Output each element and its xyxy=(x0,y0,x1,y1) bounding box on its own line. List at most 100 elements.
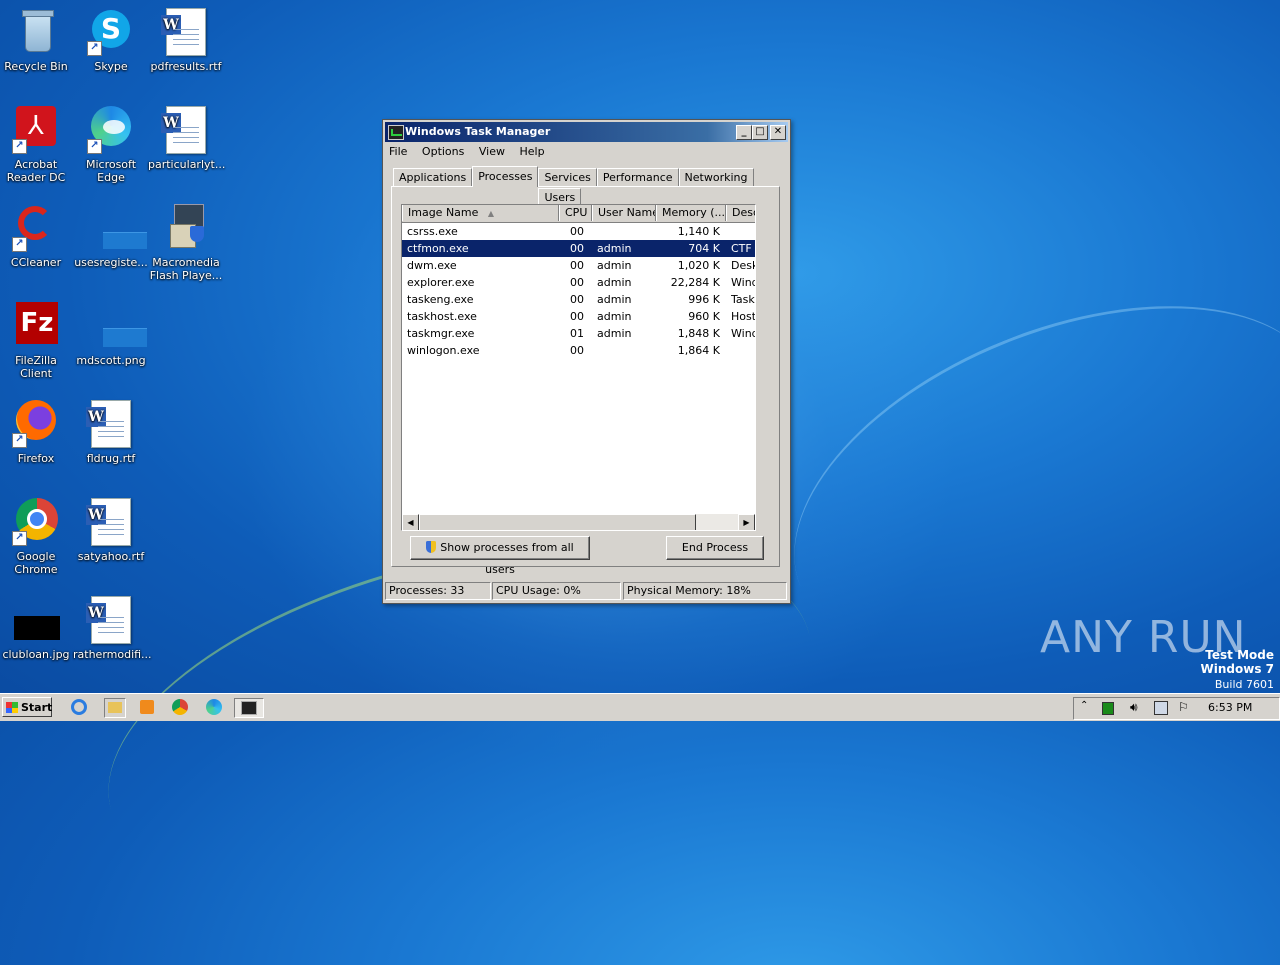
shortcut-arrow-icon: ↗ xyxy=(12,139,27,154)
table-row[interactable]: dwm.exe 00 admin 1,020 K Deskt xyxy=(402,257,755,274)
tab-services[interactable]: Services xyxy=(538,168,597,186)
desktop-icon-clubloan[interactable]: clubloan.jpg xyxy=(0,596,74,661)
menu-help[interactable]: Help xyxy=(519,142,544,162)
desktop-icon-chrome[interactable]: ↗ Google Chrome xyxy=(0,498,74,576)
table-row[interactable]: explorer.exe 00 admin 22,284 K Wind xyxy=(402,274,755,291)
desktop-icon-ccleaner[interactable]: ↗ CCleaner xyxy=(0,204,74,269)
tab-networking[interactable]: Networking xyxy=(678,168,754,186)
task-manager-taskbar-button[interactable] xyxy=(234,698,264,718)
chrome-taskbar-icon[interactable] xyxy=(171,698,191,716)
show-hidden-icons-button[interactable]: ⌃ xyxy=(1080,700,1088,711)
maximize-button[interactable]: □ xyxy=(752,125,768,140)
edge-taskbar-icon[interactable] xyxy=(205,698,225,716)
table-row[interactable]: taskhost.exe 00 admin 960 K Host xyxy=(402,308,755,325)
task-manager-window[interactable]: Windows Task Manager _ □ ✕ File Options … xyxy=(382,119,791,604)
desktop-icon-mdscott[interactable]: mdscott.png xyxy=(73,302,149,367)
close-button[interactable]: ✕ xyxy=(770,125,786,140)
table-row[interactable]: csrss.exe 00 1,140 K xyxy=(402,223,755,240)
scroll-left-icon[interactable]: ◀ xyxy=(402,514,419,530)
horizontal-scrollbar[interactable]: ◀ ▶ xyxy=(402,514,755,530)
desktop-icon-acrobat[interactable]: ⅄ ↗ Acrobat Reader DC xyxy=(0,106,74,184)
cell-name: winlogon.exe xyxy=(407,344,480,357)
desktop-icon-pdfresults[interactable]: W pdfresults.rtf xyxy=(148,8,224,73)
menu-options[interactable]: Options xyxy=(422,142,464,162)
status-physical-memory: Physical Memory: 18% xyxy=(623,582,787,600)
desktop-icon-firefox[interactable]: ↗ Firefox xyxy=(0,400,74,465)
desktop-icon-satyahoo[interactable]: W satyahoo.rtf xyxy=(73,498,149,563)
table-row[interactable]: taskeng.exe 00 admin 996 K Task xyxy=(402,291,755,308)
file-explorer-icon[interactable] xyxy=(104,698,126,718)
uac-shield-icon xyxy=(426,541,437,553)
tab-performance[interactable]: Performance xyxy=(596,168,679,186)
system-tray: ⌃ 🔊︎ ⚐ 6:53 PM xyxy=(1073,697,1280,720)
cell-cpu: 00 xyxy=(570,259,584,272)
skype-icon: S ↗ xyxy=(87,8,135,56)
network-icon[interactable] xyxy=(1154,701,1168,715)
table-row[interactable]: ctfmon.exe 00 admin 704 K CTF L xyxy=(402,240,755,257)
edge-icon: ↗ xyxy=(87,106,135,154)
end-process-button[interactable]: End Process xyxy=(666,536,764,560)
process-list[interactable]: Image Name ▲ CPU User Name Memory (... D… xyxy=(401,204,756,531)
chrome-icon: ↗ xyxy=(12,498,60,546)
desktop-icon-rathermodifi[interactable]: W rathermodifi... xyxy=(73,596,152,661)
cell-cpu: 00 xyxy=(570,310,584,323)
menu-file[interactable]: File xyxy=(389,142,407,162)
cell-user: admin xyxy=(597,327,632,340)
action-center-flag-icon[interactable]: ⚐ xyxy=(1178,700,1189,714)
tab-applications[interactable]: Applications xyxy=(393,168,473,186)
blank-file-icon xyxy=(87,204,147,252)
scroll-thumb[interactable] xyxy=(419,514,696,530)
desktop-icon-recycle-bin[interactable]: Recycle Bin xyxy=(0,8,74,73)
desktop-icon-edge[interactable]: ↗ Microsoft Edge xyxy=(73,106,149,184)
column-label: Image Name xyxy=(408,206,479,219)
tab-processes[interactable]: Processes xyxy=(472,166,539,187)
internet-explorer-icon[interactable] xyxy=(70,698,90,716)
cell-memory: 1,848 K xyxy=(677,327,720,340)
menu-bar: File Options View Help xyxy=(383,142,790,162)
status-cpu-usage: CPU Usage: 0% xyxy=(492,582,621,600)
sort-up-icon: ▲ xyxy=(487,209,495,218)
desktop-icon-fldrug[interactable]: W fldrug.rtf xyxy=(73,400,149,465)
cell-name: taskeng.exe xyxy=(407,293,474,306)
cell-memory: 960 K xyxy=(688,310,720,323)
cell-cpu: 00 xyxy=(570,276,584,289)
volume-icon[interactable]: 🔊︎ xyxy=(1130,700,1138,715)
show-all-processes-button[interactable]: Show processes from all users xyxy=(410,536,590,576)
menu-view[interactable]: View xyxy=(479,142,505,162)
column-description[interactable]: Desc xyxy=(726,205,755,221)
desktop-icon-filezilla[interactable]: Fz FileZilla Client xyxy=(0,302,74,380)
table-row[interactable]: winlogon.exe 00 1,864 K xyxy=(402,342,755,359)
start-button[interactable]: Start xyxy=(2,697,52,717)
desktop-icon-particularly[interactable]: W particularlyt... xyxy=(148,106,225,171)
cell-desc: Wind xyxy=(731,327,755,340)
build-text: Build 7601 xyxy=(1214,678,1274,691)
column-memory[interactable]: Memory (... xyxy=(656,205,726,221)
desktop-icon-flash-player[interactable]: Macromedia Flash Playe... xyxy=(148,204,224,282)
cell-cpu: 01 xyxy=(570,327,584,340)
recycle-bin-icon xyxy=(12,8,60,56)
desktop-icon-label: Recycle Bin xyxy=(4,60,68,73)
column-user-name[interactable]: User Name xyxy=(592,205,656,221)
clock[interactable]: 6:53 PM xyxy=(1208,701,1252,714)
installer-icon xyxy=(162,204,210,252)
column-image-name[interactable]: Image Name ▲ xyxy=(402,205,559,221)
windows-flag-icon xyxy=(6,702,18,713)
cell-name: taskmgr.exe xyxy=(407,327,475,340)
cell-memory: 704 K xyxy=(688,242,720,255)
desktop-icon-label: mdscott.png xyxy=(76,354,146,367)
process-rows: csrss.exe 00 1,140 K ctfmon.exe 00 admin 704 K… xyxy=(402,223,755,359)
cell-cpu: 00 xyxy=(570,293,584,306)
scroll-right-icon[interactable]: ▶ xyxy=(738,514,755,530)
cell-memory: 996 K xyxy=(688,293,720,306)
cell-user: admin xyxy=(597,293,632,306)
media-player-icon[interactable] xyxy=(138,698,158,716)
status-bar: Processes: 33 CPU Usage: 0% Physical Mem… xyxy=(385,582,787,600)
network-status-icon[interactable] xyxy=(1102,702,1114,715)
desktop-icon-usesregiste[interactable]: usesregiste... xyxy=(73,204,149,269)
title-bar[interactable]: Windows Task Manager _ □ ✕ xyxy=(385,122,788,142)
desktop-icon-skype[interactable]: S ↗ Skype xyxy=(73,8,149,73)
column-cpu[interactable]: CPU xyxy=(559,205,592,221)
table-row[interactable]: taskmgr.exe 01 admin 1,848 K Wind xyxy=(402,325,755,342)
cell-name: taskhost.exe xyxy=(407,310,477,323)
minimize-button[interactable]: _ xyxy=(736,125,752,140)
